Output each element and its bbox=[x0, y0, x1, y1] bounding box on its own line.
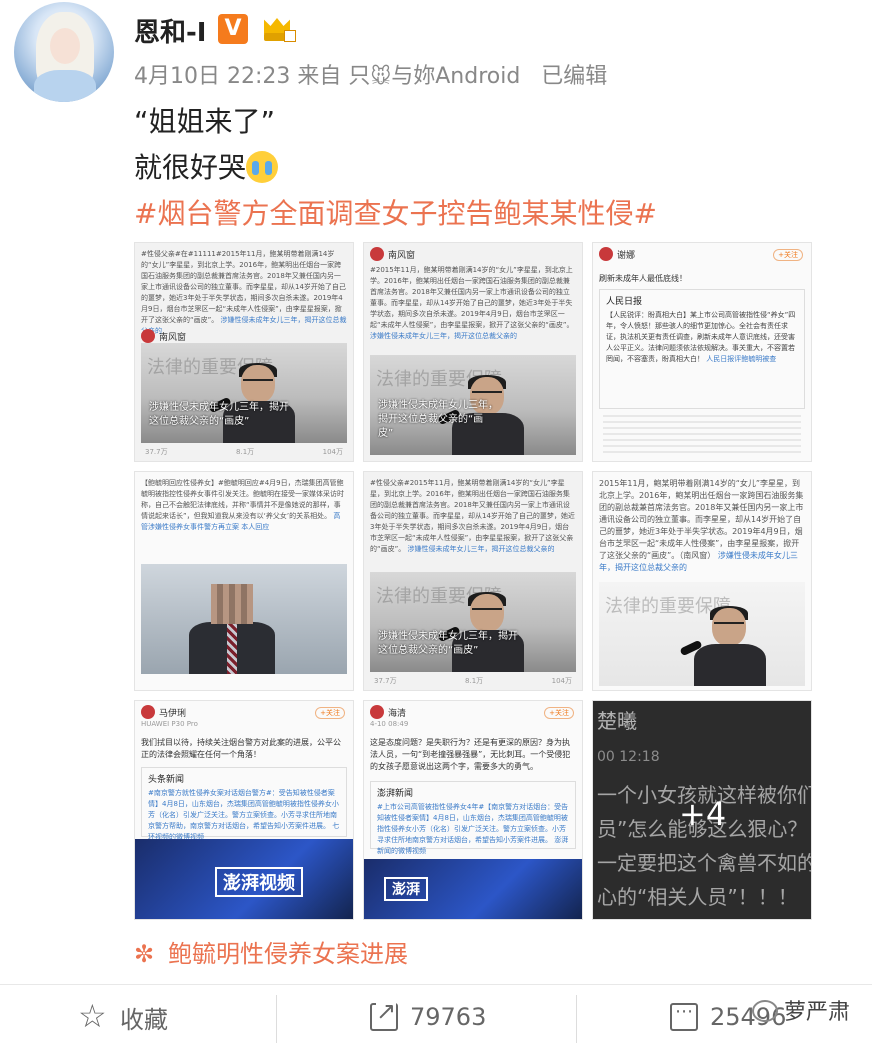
hashtag-link[interactable]: #烟台警方全面调查女子控告鲍某某性侵# bbox=[134, 192, 657, 232]
image-thumb-8[interactable]: 海清 +关注 4-10 08:49 这是态度问题？是失职行为？还是有更深的原因？… bbox=[363, 700, 583, 920]
share-button[interactable]: 79763 bbox=[370, 985, 486, 1048]
post-meta: 4月10日 22:23 来自 只🐭与妳Android 已编辑 bbox=[134, 58, 607, 90]
post-device[interactable]: 与妳Android bbox=[391, 64, 520, 89]
mouse-icon: 🐭 bbox=[370, 64, 392, 88]
thumb-post: 刷新未成年人最低底线！ bbox=[599, 274, 687, 283]
repost-card: 澎湃新闻 #上市公司高管被指性侵养女4年#【南京警方对话烟台：受告知被性侵者案情… bbox=[370, 781, 576, 855]
repost-card: 头条新闻 #南京警方就性侵养女案对话烟台警方#：受告知被性侵者案情】4月8日，山… bbox=[141, 767, 347, 841]
follow-button: +关注 bbox=[315, 707, 345, 719]
favorite-button[interactable]: 收藏 bbox=[78, 985, 168, 1048]
thumb-channel: 南风窗 bbox=[141, 329, 186, 343]
thumb-text: 【鲍毓明回应性侵养女】#鲍毓明回应#4月9日，杰瑞集团高管鲍毓明被指控性侵养女事… bbox=[141, 479, 344, 531]
star-icon bbox=[78, 997, 108, 1035]
image-thumb-7[interactable]: 马伊琍 +关注 HUAWEI P30 Pro 我们拭目以待，持续关注烟台警方对此… bbox=[134, 700, 354, 920]
post-text-line1: “姐姐来了” bbox=[134, 105, 276, 138]
thumb-text: 2015年11月，鲍某明带着刚满14岁的“女儿”李星星，到北京上学。2016年，… bbox=[599, 479, 804, 572]
post-text-line2: 就很好哭 bbox=[134, 146, 279, 186]
wechat-logo-icon bbox=[752, 1000, 778, 1022]
thumb-author: 马伊琍 bbox=[141, 705, 186, 719]
image-thumb-1[interactable]: #性侵父亲#在#11111#2015年11月，鲍某明带着刚满14岁的“女儿”李星… bbox=[134, 242, 354, 462]
video-preview: 澎湃 bbox=[364, 859, 582, 919]
thumb-text: #性侵父亲#2015年11月，鲍某明带着刚满14岁的“女儿”李星星，到北京上学。… bbox=[370, 479, 575, 553]
vip-crown-icon bbox=[262, 14, 296, 44]
more-images-count: +4 bbox=[679, 795, 727, 833]
image-thumb-more[interactable]: 楚曦 00 12:18 一个小女孩就这样被你们毁 员”怎么能够这么狠心？！ 一定… bbox=[592, 700, 812, 920]
thumb-author: 谢娜 bbox=[599, 247, 635, 261]
image-thumb-6[interactable]: 2015年11月，鲍某明带着刚满14岁的“女儿”李星星，到北京上学。2016年，… bbox=[592, 471, 812, 691]
image-grid: #性侵父亲#在#11111#2015年11月，鲍某明带着刚满14岁的“女儿”李星… bbox=[134, 242, 812, 922]
share-icon bbox=[370, 997, 398, 1031]
follow-button: +关注 bbox=[773, 249, 803, 261]
topic-link[interactable]: ✼ 鲍毓明性侵养女案进展 bbox=[134, 934, 408, 969]
thumb-author: 海清 bbox=[370, 705, 406, 719]
thumb-author: 南风窗 bbox=[370, 247, 415, 261]
blurred-photo bbox=[141, 564, 347, 674]
flower-icon: ✼ bbox=[134, 940, 155, 968]
image-thumb-5[interactable]: #性侵父亲#2015年11月，鲍某明带着刚满14岁的“女儿”李星星，到北京上学。… bbox=[363, 471, 583, 691]
thumb-text: #2015年11月，鲍某明带着刚满14岁的“女儿”李星星，到北京上学。2016年… bbox=[370, 266, 574, 340]
repost-card: 人民日报 【人民锐评：盼真相大白】某上市公司高管被指性侵“养女”四年，令人愤怒！… bbox=[599, 289, 805, 409]
action-bar: 收藏 79763 25496 bbox=[0, 984, 872, 1048]
crying-emoji-icon bbox=[246, 151, 279, 183]
username[interactable]: 恩和-I bbox=[134, 12, 206, 49]
video-preview: 澎湃视频 bbox=[135, 839, 353, 919]
avatar[interactable] bbox=[14, 2, 114, 102]
watermark: 萝严肃 bbox=[752, 994, 850, 1026]
thumb-text: #性侵父亲#在#11111#2015年11月，鲍某明带着刚满14岁的“女儿”李星… bbox=[141, 250, 347, 335]
speaker-photo: 法律的重要保障 涉嫌性侵未成年女儿三年，揭开这位总裁父亲的“画皮” bbox=[370, 355, 576, 455]
image-thumb-4[interactable]: 【鲍毓明回应性侵养女】#鲍毓明回应#4月9日，杰瑞集团高管鲍毓明被指控性侵养女事… bbox=[134, 471, 354, 691]
thumb-post: 这是态度问题？是失职行为？还是有更深的原因？身为执法人员，一句“到老撞强暴强暴”… bbox=[370, 738, 571, 771]
follow-button: +关注 bbox=[544, 707, 574, 719]
document-preview bbox=[603, 415, 801, 455]
post-source-prefix: 来自 只 bbox=[297, 64, 371, 89]
image-thumb-2[interactable]: 南风窗 #2015年11月，鲍某明带着刚满14岁的“女儿”李星星，到北京上学。2… bbox=[363, 242, 583, 462]
verified-icon: V bbox=[218, 14, 248, 44]
post-time: 4月10日 22:23 bbox=[134, 64, 291, 89]
thumb-stats: 37.7万 8.1万 104万 bbox=[145, 448, 343, 456]
speaker-photo: 法律的重要保障 bbox=[599, 582, 805, 686]
thumb-post: 我们拭目以待，持续关注烟台警方对此案的进展，公平公正的法律会照耀在任何一个角落！ bbox=[141, 738, 341, 759]
speaker-photo: 法律的重要保障 涉嫌性侵未成年女儿三年，揭开这位总裁父亲的“画皮” bbox=[370, 572, 576, 672]
thumb-stats: 37.7万 8.1万 104万 bbox=[374, 677, 572, 685]
speaker-photo: 法律的重要保障 涉嫌性侵未成年女儿三年，揭开这位总裁父亲的“画皮” bbox=[141, 343, 347, 443]
image-thumb-3[interactable]: 谢娜 +关注 刷新未成年人最低底线！ 人民日报 【人民锐评：盼真相大白】某上市公… bbox=[592, 242, 812, 462]
edited-label[interactable]: 已编辑 bbox=[541, 64, 607, 89]
comment-icon bbox=[670, 1001, 698, 1031]
